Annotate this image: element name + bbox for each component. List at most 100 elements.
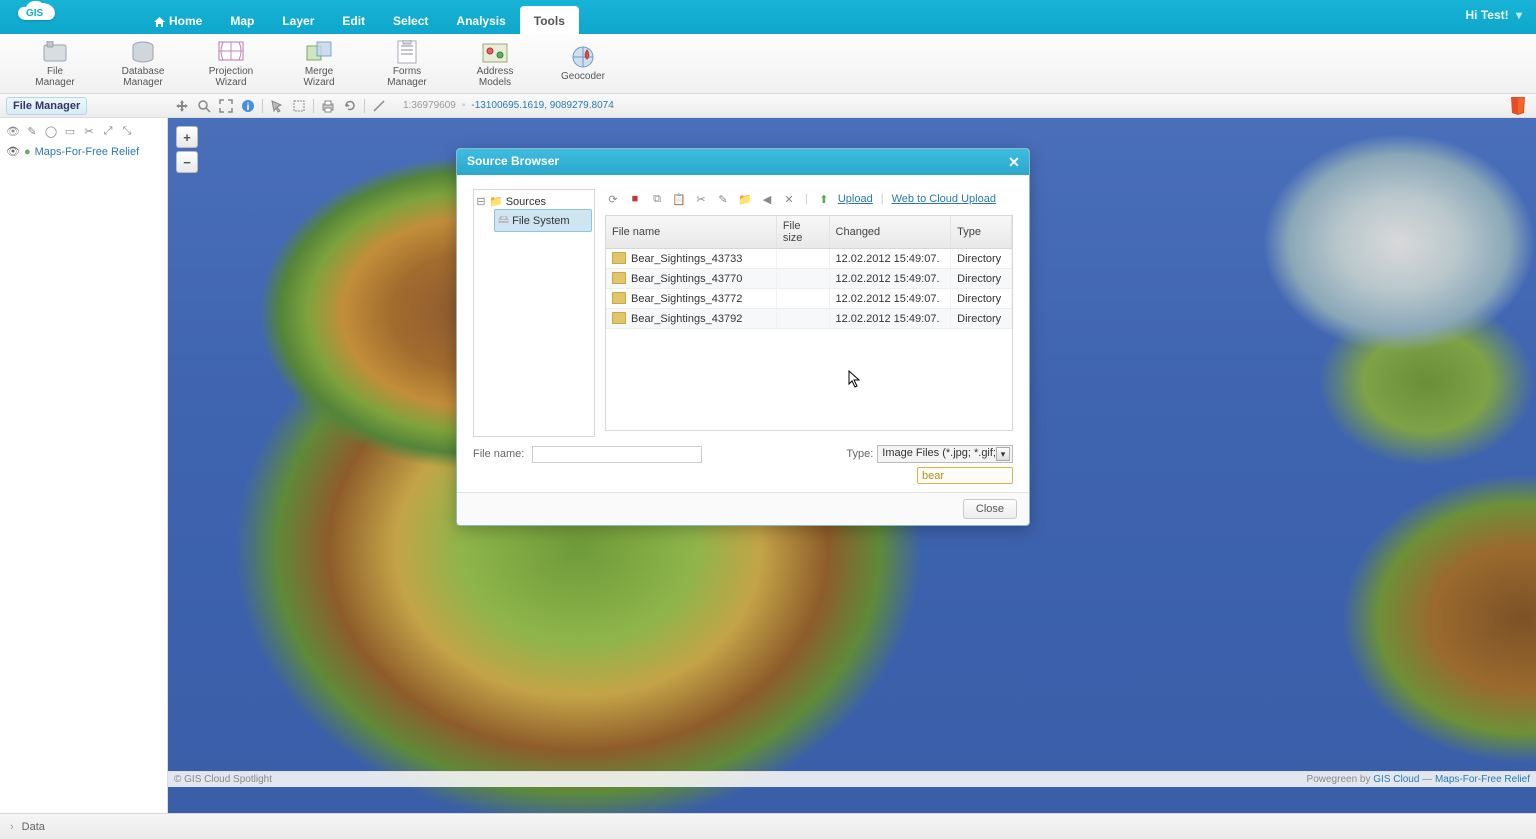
tab-map[interactable]: Map <box>216 6 268 34</box>
cut-icon[interactable]: ✂ <box>82 124 96 138</box>
rename-icon[interactable]: ✎ <box>715 191 731 207</box>
web-upload-link[interactable]: Web to Cloud Upload <box>892 193 996 205</box>
copy-icon[interactable]: ⧉ <box>649 191 665 207</box>
tab-select[interactable]: Select <box>379 6 442 34</box>
rect-icon[interactable]: ▭ <box>63 124 77 138</box>
select-box-icon[interactable] <box>291 98 307 114</box>
coords-value: -13100695.1619, 9089279.8074 <box>471 100 613 111</box>
close-icon[interactable]: ✕ <box>1005 153 1023 171</box>
bottom-tab-data[interactable]: Data <box>22 821 45 833</box>
table-row[interactable]: Bear_Sightings_4373312.02.2012 15:49:07.… <box>606 249 1012 269</box>
col-size[interactable]: File size <box>776 216 829 249</box>
ribbon-label: ProjectionWizard <box>209 66 253 88</box>
col-type[interactable]: Type <box>951 216 1012 249</box>
ribbon-file-manager[interactable]: FileManager <box>26 38 84 89</box>
tree-node-sources[interactable]: ⊟ 📁 Sources <box>476 194 592 209</box>
folder-icon <box>612 272 626 284</box>
new-folder-icon[interactable]: 📁 <box>737 191 753 207</box>
ribbon-database-manager[interactable]: DatabaseManager <box>114 38 172 89</box>
upload-icon: ⬆ <box>816 191 832 207</box>
paste-icon[interactable]: 📋 <box>671 191 687 207</box>
close-button[interactable]: Close <box>963 499 1017 519</box>
status-right: Powegreen by GIS Cloud — Maps-For-Free R… <box>1307 774 1530 785</box>
refresh-icon[interactable] <box>342 98 358 114</box>
measure-icon[interactable] <box>371 98 387 114</box>
delete-icon[interactable]: ✕ <box>781 191 797 207</box>
ribbon-merge-wizard[interactable]: MergeWizard <box>290 38 348 89</box>
ribbon-label: MergeWizard <box>303 66 334 88</box>
collapse-icon[interactable]: ⤢ <box>101 124 115 138</box>
chevron-down-icon: ▾ <box>996 447 1010 461</box>
status-left: © GIS Cloud Spotlight <box>174 774 272 785</box>
source-tree: ⊟ 📁 Sources 🖴 File System <box>473 189 595 437</box>
svg-text:GIS: GIS <box>26 8 44 19</box>
ribbon-address-models[interactable]: AddressModels <box>466 38 524 89</box>
print-icon[interactable] <box>320 98 336 114</box>
svg-text:i: i <box>247 102 250 113</box>
zoom-control: + − <box>176 126 198 176</box>
html5-icon <box>1510 97 1526 115</box>
table-row[interactable]: Bear_Sightings_4379212.02.2012 15:49:07.… <box>606 309 1012 329</box>
circle-icon[interactable]: ◯ <box>44 124 58 138</box>
folder-icon: 📁 <box>489 195 503 208</box>
tab-analysis[interactable]: Analysis <box>442 6 519 34</box>
attribution-link[interactable]: Maps-For-Free Relief <box>1435 774 1530 785</box>
dialog-title[interactable]: Source Browser ✕ <box>457 149 1029 175</box>
projection-icon <box>217 40 245 64</box>
pan-icon[interactable] <box>174 98 190 114</box>
tab-tools[interactable]: Tools <box>520 6 579 34</box>
prev-icon[interactable]: ◀ <box>759 191 775 207</box>
search-input[interactable] <box>917 467 1013 484</box>
tab-edit[interactable]: Edit <box>328 6 379 34</box>
zoom-in-button[interactable]: + <box>176 126 198 148</box>
forms-icon <box>393 40 421 64</box>
expand-icon[interactable]: ⤡ <box>120 124 134 138</box>
user-menu[interactable]: Hi Test! ▾ <box>1466 8 1523 22</box>
ribbon-label: AddressModels <box>477 66 514 88</box>
tab-home[interactable]: Home <box>140 6 216 34</box>
file-grid: File name File size Changed Type Bear_Si… <box>605 215 1013 431</box>
filename-label: File name: <box>473 448 524 460</box>
type-label: Type: <box>846 448 873 460</box>
home-icon <box>154 17 165 27</box>
table-row[interactable]: Bear_Sightings_4377012.02.2012 15:49:07.… <box>606 269 1012 289</box>
refresh-icon[interactable]: ⟳ <box>605 191 621 207</box>
ribbon-label: FileManager <box>35 66 74 88</box>
select-icon[interactable] <box>269 98 285 114</box>
chevron-right-icon[interactable]: › <box>10 821 14 833</box>
stop-icon[interactable]: ■ <box>627 191 643 207</box>
bottom-bar: › Data <box>0 813 1536 839</box>
zoom-out-button[interactable]: − <box>176 151 198 173</box>
top-nav: GIS Home Map Layer Edit Select Analysis … <box>0 0 1536 34</box>
cut-icon[interactable]: ✂ <box>693 191 709 207</box>
col-changed[interactable]: Changed <box>829 216 951 249</box>
tab-layer[interactable]: Layer <box>268 6 328 34</box>
scale-value: 1:36979609 <box>403 100 456 111</box>
tree-node-filesystem[interactable]: 🖴 File System <box>494 209 592 232</box>
layer-dot-icon: ● <box>24 146 31 158</box>
brand-link[interactable]: GIS Cloud <box>1373 774 1419 785</box>
drive-icon: 🖴 <box>498 211 509 230</box>
info-icon[interactable]: i <box>240 98 256 114</box>
ribbon-label: DatabaseManager <box>122 66 165 88</box>
type-select[interactable]: Image Files (*.jpg; *.gif; ▾ <box>877 445 1013 463</box>
eye-icon[interactable]: 👁 <box>6 124 20 138</box>
ribbon-label: Geocoder <box>561 71 605 82</box>
edit-icon[interactable]: ✎ <box>25 124 39 138</box>
browser-toolbar: ⟳ ■ ⧉ 📋 ✂ ✎ 📁 ◀ ✕ | ⬆ Upload | Web to Cl… <box>605 189 1013 209</box>
upload-link[interactable]: Upload <box>838 193 873 205</box>
database-icon <box>129 40 157 64</box>
layer-item[interactable]: 👁 ● Maps-For-Free Relief <box>2 143 165 160</box>
ribbon-geocoder[interactable]: Geocoder <box>554 38 612 89</box>
ribbon-forms-manager[interactable]: FormsManager <box>378 38 436 89</box>
col-name[interactable]: File name <box>606 216 776 249</box>
folder-icon <box>612 312 626 324</box>
address-icon <box>481 40 509 64</box>
filename-input[interactable] <box>532 446 702 463</box>
ribbon-projection-wizard[interactable]: ProjectionWizard <box>202 38 260 89</box>
table-row[interactable]: Bear_Sightings_4377212.02.2012 15:49:07.… <box>606 289 1012 309</box>
chevron-down-icon: ▾ <box>1516 8 1522 22</box>
file-manager-icon <box>41 40 69 64</box>
zoom-icon[interactable] <box>196 98 212 114</box>
full-extent-icon[interactable] <box>218 98 234 114</box>
